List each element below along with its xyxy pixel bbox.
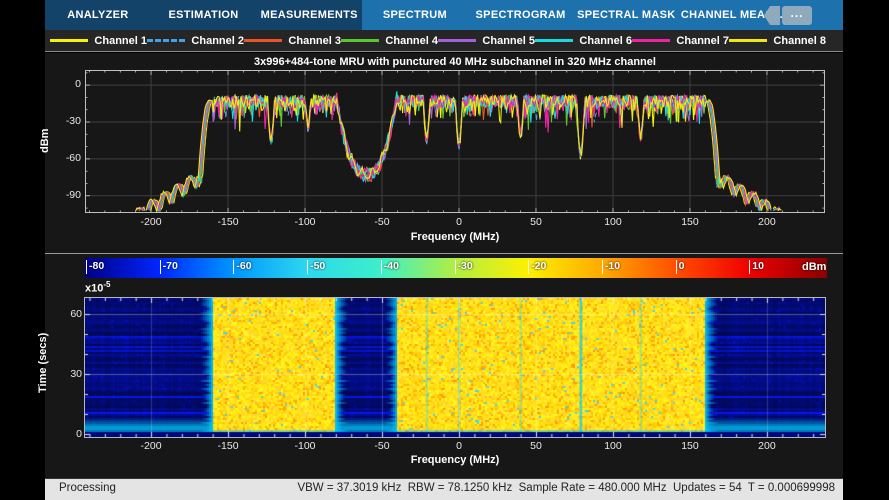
- spectrum-x-axis-label: Frequency (MHz): [85, 231, 825, 243]
- colorbar-tick-label: -50: [307, 260, 325, 274]
- plot-title: 3x996+484-tone MRU with punctured 40 MHz…: [85, 56, 825, 68]
- colorbar-tick-label: -70: [160, 260, 178, 274]
- toolstrip: ANALYZER ESTIMATION MEASUREMENTS SPECTRU…: [45, 0, 843, 30]
- tick-label: 50: [514, 216, 558, 228]
- tick-label: 100: [591, 440, 635, 452]
- tick-label: 50: [514, 440, 558, 452]
- tick-label: 200: [745, 440, 789, 452]
- colorbar-tick-label: -20: [528, 260, 546, 274]
- tab-analyzer[interactable]: ANALYZER: [45, 0, 151, 30]
- spectrogram-figure: -80-70-60-50-40-30-20-10010 dBm x10-5 Ti…: [45, 254, 843, 478]
- legend-item-channel-2[interactable]: Channel 2: [147, 35, 244, 47]
- tick-label: -150: [206, 440, 250, 452]
- legend-label: Channel 1: [94, 35, 147, 47]
- colorbar-unit-label: dBm: [802, 261, 826, 273]
- tick-label: -100: [283, 216, 327, 228]
- tab-spectral-mask[interactable]: SPECTRAL MASK: [573, 0, 679, 30]
- legend-line-swatch: [50, 39, 88, 42]
- tick-label: -30: [51, 115, 81, 127]
- spectrum-figure: 3x996+484-tone MRU with punctured 40 MHz…: [45, 53, 843, 253]
- tick-label: -200: [129, 440, 173, 452]
- legend-line-swatch: [147, 39, 185, 42]
- tick-label: -60: [51, 152, 81, 164]
- tick-label: 200: [745, 216, 789, 228]
- legend-label: Channel 6: [579, 35, 632, 47]
- spectrogram-canvas[interactable]: [85, 298, 825, 437]
- tab-estimation[interactable]: ESTIMATION: [151, 0, 257, 30]
- legend-item-channel-3[interactable]: Channel 3: [244, 35, 341, 47]
- colorbar-tick-label: -30: [455, 260, 473, 274]
- legend-line-swatch: [632, 39, 670, 42]
- legend-label: Channel 7: [676, 35, 729, 47]
- tick-label: 0: [437, 216, 481, 228]
- legend-label: Channel 5: [482, 35, 535, 47]
- spectrum-plot-area[interactable]: [85, 70, 825, 213]
- spectrogram-y-axis-label: Time (secs): [37, 333, 49, 393]
- toolstrip-tabs: ANALYZER ESTIMATION MEASUREMENTS SPECTRU…: [45, 0, 843, 30]
- status-processing: Processing: [59, 482, 116, 494]
- tick-label: -200: [129, 216, 173, 228]
- legend-label: Channel 2: [191, 35, 244, 47]
- colorbar-tick-label: -60: [233, 260, 251, 274]
- tick-label: 30: [52, 368, 82, 380]
- channel-legend: Channel 1 Channel 2 Channel 3 Channel 4 Chan…: [45, 30, 843, 52]
- tab-spectrogram[interactable]: SPECTROGRAM: [468, 0, 574, 30]
- legend-line-swatch: [535, 39, 573, 42]
- tick-label: 100: [591, 216, 635, 228]
- spectrum-analyzer-window: ANALYZER ESTIMATION MEASUREMENTS SPECTRU…: [45, 0, 843, 500]
- legend-line-swatch: [438, 39, 476, 42]
- tick-label: 150: [668, 440, 712, 452]
- tab-spectrum[interactable]: SPECTRUM: [362, 0, 468, 30]
- legend-label: Channel 3: [288, 35, 341, 47]
- spectrum-y-axis-label: dBm: [39, 129, 51, 153]
- colorbar-tick-label: -40: [381, 260, 399, 274]
- spectrum-traces: [85, 70, 825, 213]
- spectrogram-x-axis-label: Frequency (MHz): [85, 454, 825, 466]
- legend-line-swatch: [341, 39, 379, 42]
- status-bar: Processing VBW = 37.3019 kHz RBW = 78.12…: [45, 478, 843, 500]
- colorbar-tick-label: 10: [749, 260, 764, 274]
- tick-label: 150: [668, 216, 712, 228]
- more-options-button[interactable]: ...: [782, 6, 812, 25]
- legend-label: Channel 8: [773, 35, 826, 47]
- tick-label: -50: [360, 440, 404, 452]
- colorbar-tick-label: -10: [602, 260, 620, 274]
- tab-measurements[interactable]: MEASUREMENTS: [256, 0, 362, 30]
- tick-label: 0: [52, 428, 82, 440]
- tick-label: 60: [52, 308, 82, 320]
- tick-label: 0: [51, 78, 81, 90]
- time-axis-multiplier: x10-5: [85, 280, 110, 295]
- status-measurements: VBW = 37.3019 kHz RBW = 78.1250 kHz Samp…: [297, 482, 835, 494]
- colorbar-tick-label: -80: [86, 260, 104, 274]
- tick-label: -50: [360, 216, 404, 228]
- legend-label: Channel 4: [385, 35, 438, 47]
- legend-item-channel-5[interactable]: Channel 5: [438, 35, 535, 47]
- legend-item-channel-1[interactable]: Channel 1: [50, 35, 147, 47]
- legend-item-channel-8[interactable]: Channel 8: [729, 35, 826, 47]
- legend-item-channel-7[interactable]: Channel 7: [632, 35, 729, 47]
- tick-label: -90: [51, 189, 81, 201]
- tick-label: 0: [437, 440, 481, 452]
- legend-line-swatch: [729, 39, 767, 42]
- legend-line-swatch: [244, 39, 282, 42]
- legend-item-channel-6[interactable]: Channel 6: [535, 35, 632, 47]
- legend-item-channel-4[interactable]: Channel 4: [341, 35, 438, 47]
- tick-label: -150: [206, 216, 250, 228]
- colorbar-tick-label: 0: [676, 260, 685, 274]
- tick-label: -100: [283, 440, 327, 452]
